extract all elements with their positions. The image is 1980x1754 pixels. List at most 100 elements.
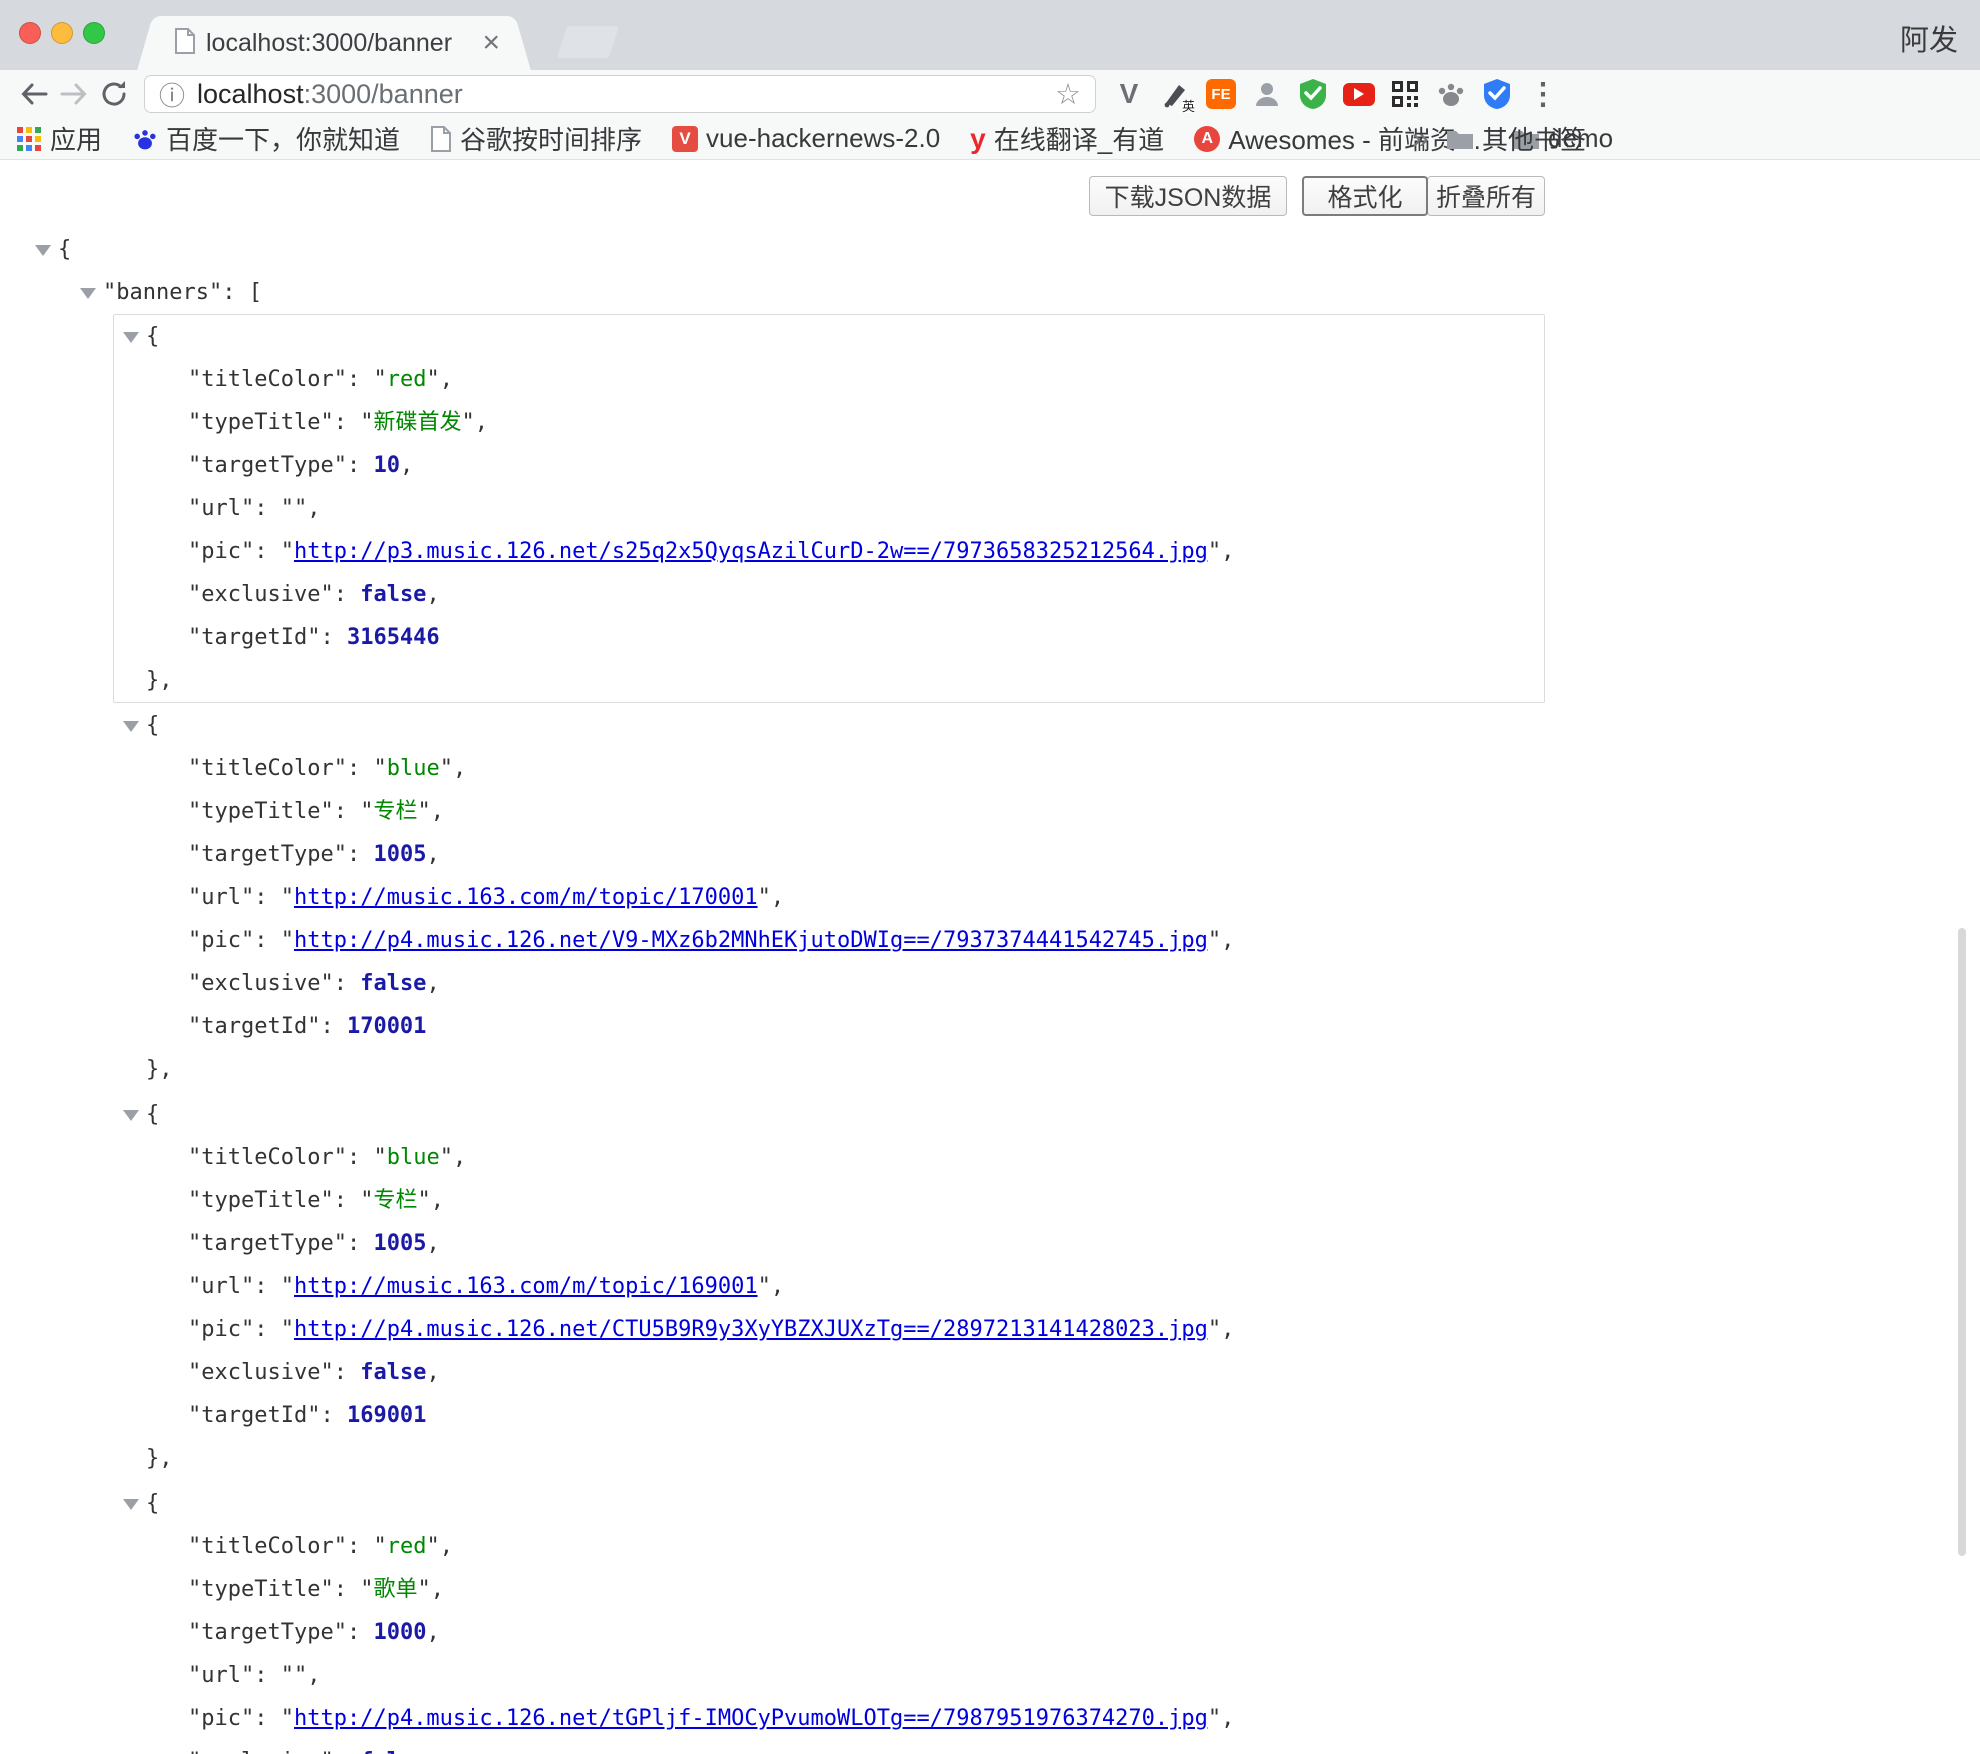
json-string: 专栏 <box>373 1188 417 1213</box>
json-string: blue <box>387 756 440 781</box>
json-line: "targetType": 1005, <box>114 1222 1544 1265</box>
json-link[interactable]: http://p3.music.126.net/s25q2x5QyqsAzilC… <box>294 539 1208 564</box>
collapse-toggle-icon[interactable] <box>123 721 139 732</box>
json-line: "targetId": 170001 <box>114 1005 1544 1048</box>
browser-tab[interactable]: localhost:3000/banner × <box>158 16 510 70</box>
collapse-toggle-icon[interactable] <box>123 1110 139 1121</box>
json-boolean: false <box>360 971 426 996</box>
json-link[interactable]: http://p4.music.126.net/CTU5B9R9y3XyYBZX… <box>294 1317 1208 1342</box>
awesomes-icon: A <box>1194 126 1220 152</box>
bookmarks-overflow-icon[interactable]: » <box>1412 122 1429 156</box>
json-line: "titleColor": "blue", <box>114 747 1544 790</box>
json-link[interactable]: http://music.163.com/m/topic/169001 <box>294 1274 758 1299</box>
json-line: "titleColor": "red", <box>114 1525 1544 1568</box>
json-line: "pic": "http://p4.music.126.net/V9-MXz6b… <box>114 919 1544 962</box>
bookmarks-bar: 应用 百度一下，你就知道 谷歌按时间排序 V vue-hackernews-2.… <box>0 118 1980 160</box>
json-link[interactable]: http://music.163.com/m/topic/170001 <box>294 885 758 910</box>
json-string: red <box>387 1534 427 1559</box>
json-object: {"titleColor": "blue","typeTitle": "专栏",… <box>113 1092 1545 1481</box>
json-boolean: false <box>360 1749 426 1754</box>
fullscreen-window-button[interactable] <box>83 22 105 44</box>
bookmark-youdao[interactable]: y 在线翻译_有道 <box>970 120 1164 157</box>
json-string: red <box>387 367 427 392</box>
json-line: { <box>114 315 1544 358</box>
youdao-icon: y <box>970 126 986 152</box>
page-info-icon[interactable]: ⓘ <box>159 76 185 113</box>
blue-shield-extension-icon[interactable] <box>1480 77 1514 111</box>
json-line: "targetId": 3165446 <box>114 616 1544 659</box>
json-string: blue <box>387 1145 440 1170</box>
en-badge: 英 <box>1182 100 1195 113</box>
download-json-button[interactable]: 下载JSON数据 <box>1089 176 1287 216</box>
json-line: { <box>114 1093 1544 1136</box>
reload-button[interactable] <box>94 74 134 114</box>
json-line: "typeTitle": "专栏", <box>114 790 1544 833</box>
json-line: "url": "http://music.163.com/m/topic/169… <box>114 1265 1544 1308</box>
format-button[interactable]: 格式化 <box>1302 176 1428 216</box>
extension-icons: V 英 FE ⋮ <box>1112 77 1560 111</box>
bookmark-apps[interactable]: 应用 <box>16 120 102 157</box>
other-bookmarks-label: 其他书签 <box>1482 120 1586 157</box>
folder-icon <box>1446 128 1474 150</box>
vue-icon: V <box>672 126 698 152</box>
collapse-toggle-icon[interactable] <box>123 332 139 343</box>
bookmark-label: 谷歌按时间排序 <box>460 120 642 157</box>
paw-extension-icon[interactable] <box>1434 77 1468 111</box>
bookmark-vue-hackernews[interactable]: V vue-hackernews-2.0 <box>672 123 940 154</box>
json-link[interactable]: http://p4.music.126.net/tGPljf-IMOCyPvum… <box>294 1706 1208 1731</box>
json-line: "pic": "http://p4.music.126.net/tGPljf-I… <box>114 1697 1544 1740</box>
json-line: "exclusive": false, <box>114 573 1544 616</box>
bookmark-label: vue-hackernews-2.0 <box>706 123 940 154</box>
json-number: 1005 <box>373 842 426 867</box>
other-bookmarks[interactable]: 其他书签 <box>1446 120 1586 157</box>
collapse-toggle-icon[interactable] <box>35 245 51 256</box>
scrollbar-thumb[interactable] <box>1958 928 1966 1556</box>
vimium-extension-icon[interactable]: V <box>1112 77 1146 111</box>
json-number: 1000 <box>373 1620 426 1645</box>
collapse-toggle-icon[interactable] <box>80 288 96 299</box>
json-line: }, <box>114 659 1544 702</box>
forward-button[interactable] <box>54 74 94 114</box>
page-icon <box>430 126 452 152</box>
json-string: 新碟首发 <box>373 410 461 435</box>
minimize-window-button[interactable] <box>51 22 73 44</box>
json-link[interactable]: http://p4.music.126.net/V9-MXz6b2MNhEKju… <box>294 928 1208 953</box>
translate-pen-extension-icon[interactable]: 英 <box>1158 77 1192 111</box>
json-line: "targetType": 10, <box>114 444 1544 487</box>
json-line: { <box>114 704 1544 747</box>
profile-name[interactable]: 阿发 <box>1900 17 1958 59</box>
bookmark-label: Awesomes - 前端资… <box>1228 120 1482 157</box>
json-line: "titleColor": "blue", <box>114 1136 1544 1179</box>
json-line: "titleColor": "red", <box>114 358 1544 401</box>
tab-close-icon[interactable]: × <box>482 28 500 58</box>
back-button[interactable] <box>14 74 54 114</box>
apps-grid-icon <box>16 126 42 152</box>
collapse-toggle-icon[interactable] <box>123 1499 139 1510</box>
json-line: "exclusive": false, <box>114 1351 1544 1394</box>
json-object: {"titleColor": "red","typeTitle": "歌单","… <box>113 1481 1545 1754</box>
json-line: "exclusive": false <box>114 1740 1544 1754</box>
person-extension-icon[interactable] <box>1250 77 1284 111</box>
json-line: }, <box>114 1437 1544 1480</box>
bookmark-star-icon[interactable]: ☆ <box>1055 77 1081 112</box>
browser-toolbar: ⓘ localhost :3000/banner ☆ V 英 FE ⋮ <box>0 70 1980 118</box>
bookmark-google-sort[interactable]: 谷歌按时间排序 <box>430 120 642 157</box>
json-object: {"titleColor": "red","typeTitle": "新碟首发"… <box>113 314 1545 703</box>
green-shield-extension-icon[interactable] <box>1296 77 1330 111</box>
json-number: 3165446 <box>347 625 440 650</box>
json-boolean: false <box>360 582 426 607</box>
bookmark-baidu[interactable]: 百度一下，你就知道 <box>132 120 400 157</box>
json-string: 歌单 <box>373 1577 417 1602</box>
collapse-all-button[interactable]: 折叠所有 <box>1427 176 1545 216</box>
youtube-extension-icon[interactable] <box>1342 77 1376 111</box>
omnibox[interactable]: ⓘ localhost :3000/banner ☆ <box>144 75 1096 113</box>
bookmark-awesomes[interactable]: A Awesomes - 前端资… <box>1194 120 1482 157</box>
browser-menu-icon[interactable]: ⋮ <box>1526 77 1560 111</box>
qr-code-extension-icon[interactable] <box>1388 77 1422 111</box>
new-tab-button[interactable] <box>557 26 619 58</box>
fe-extension-icon[interactable]: FE <box>1204 77 1238 111</box>
page-content: 下载JSON数据 格式化 折叠所有 {"banners": [{"titleCo… <box>0 161 1980 1754</box>
bookmark-label: 应用 <box>50 120 102 157</box>
close-window-button[interactable] <box>19 22 41 44</box>
tab-strip: localhost:3000/banner × 阿发 <box>0 0 1980 70</box>
